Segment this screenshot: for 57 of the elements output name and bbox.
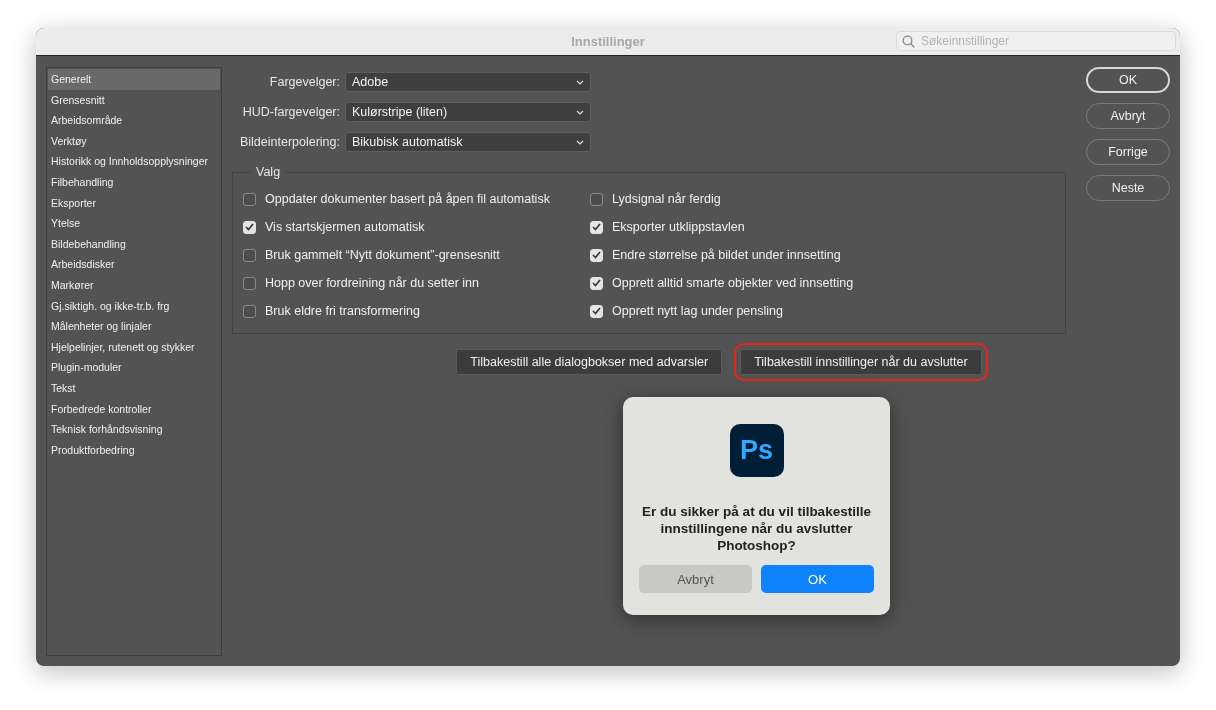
dropdown[interactable]: Kulørstripe (liten)	[345, 102, 591, 122]
alert-button[interactable]: OK	[761, 565, 874, 593]
category-item[interactable]: Hjelpelinjer, rutenett og stykker	[48, 336, 220, 358]
category-item[interactable]: Tekst	[48, 377, 220, 399]
search-icon	[902, 35, 915, 48]
checkbox-label: Vis startskjermen automatisk	[265, 220, 425, 234]
dialog-button[interactable]: Neste	[1086, 175, 1170, 201]
checkbox-label: Opprett alltid smarte objekter ved innsetting	[612, 276, 854, 290]
category-item[interactable]: Plugin-moduler	[48, 357, 220, 378]
checkbox-label: Hopp over fordreining når du setter inn	[265, 276, 479, 290]
checkbox-label: Endre størrelse på bildet under innsetting	[612, 248, 841, 262]
dropdown-label: Bildeinterpolering:	[238, 135, 341, 149]
dialog-button[interactable]: Forrige	[1086, 139, 1170, 165]
category-item[interactable]: Arbeidsområde	[48, 110, 220, 131]
category-item[interactable]: Eksporter	[48, 192, 220, 214]
chevron-down-icon	[576, 109, 584, 115]
dropdown-label: Fargevelger:	[268, 75, 341, 89]
search-field[interactable]: Søkeinnstillinger	[896, 31, 1176, 51]
category-item[interactable]: Produktforbedring	[48, 439, 220, 461]
category-item[interactable]: Bildebehandling	[48, 233, 220, 255]
checkbox-label: Lydsignal når ferdig	[612, 192, 721, 206]
dropdown[interactable]: Bikubisk automatisk	[345, 132, 591, 152]
alert-message: Er du sikker på at du vil tilbakestille innstillingene når du avslutter Photoshop?	[641, 503, 872, 554]
reset-button[interactable]: Tilbakestill innstillinger når du avslutter	[740, 349, 982, 375]
window-title: Innstillinger	[571, 34, 645, 49]
group-title: Valg	[255, 165, 282, 179]
category-item[interactable]: Generelt	[48, 69, 220, 90]
alert-button[interactable]: Avbryt	[639, 565, 752, 593]
checkbox[interactable]	[243, 192, 256, 206]
checkbox[interactable]	[243, 276, 256, 290]
category-item[interactable]: Historikk og Innholdsopplysninger	[48, 151, 220, 172]
checkbox-label: Bruk gammelt “Nytt dokument”-grensesnitt	[265, 248, 500, 262]
dialog-button[interactable]: OK	[1086, 67, 1170, 93]
dropdown[interactable]: Adobe	[345, 72, 591, 92]
category-item[interactable]: Gj.siktigh. og ikke-tr.b. frg	[48, 295, 220, 317]
category-item[interactable]: Teknisk forhåndsvisning	[48, 419, 220, 440]
category-item[interactable]: Filbehandling	[48, 171, 220, 193]
category-item[interactable]: Ytelse	[48, 213, 220, 234]
category-item[interactable]: Målenheter og linjaler	[48, 316, 220, 337]
chevron-down-icon	[576, 79, 584, 85]
category-item[interactable]: Forbedrede kontroller	[48, 398, 220, 420]
checkbox-label: Eksporter utklippstavlen	[612, 220, 745, 234]
dropdown-label: HUD-fargevelger:	[241, 105, 341, 119]
app-logo: Ps	[729, 424, 784, 477]
checkbox[interactable]	[243, 248, 256, 262]
checkbox[interactable]	[590, 192, 603, 206]
checkbox-label: Bruk eldre fri transformering	[265, 304, 420, 318]
checkbox-label: Oppdater dokumenter basert på åpen fil automatisk	[265, 192, 550, 206]
reset-button[interactable]: Tilbakestill alle dialogbokser med advarsler	[456, 349, 723, 375]
category-item[interactable]: Markører	[48, 274, 220, 296]
checkbox-label: Opprett nytt lag under pensling	[612, 304, 783, 318]
category-item[interactable]: Grensesnitt	[48, 89, 220, 111]
category-item[interactable]: Arbeidsdisker	[48, 254, 220, 275]
chevron-down-icon	[576, 139, 584, 145]
category-item[interactable]: Verktøy	[48, 130, 220, 152]
checkbox[interactable]	[243, 304, 256, 318]
dialog-button[interactable]: Avbryt	[1086, 103, 1170, 129]
